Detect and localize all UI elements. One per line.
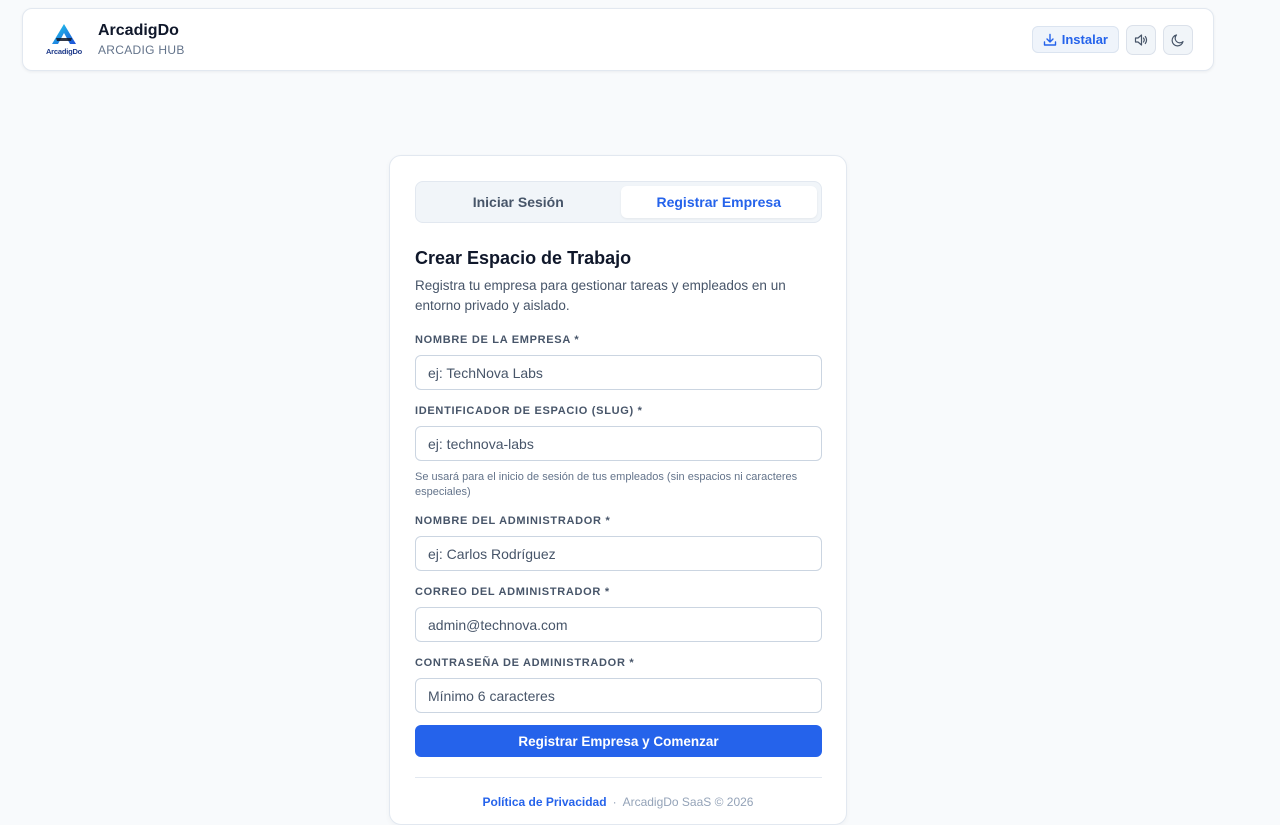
tab-login[interactable]: Iniciar Sesión bbox=[420, 186, 617, 218]
speaker-icon bbox=[1134, 33, 1148, 46]
register-company-button[interactable]: Registrar Empresa y Comenzar bbox=[415, 725, 822, 757]
arcadigdo-logo: ArcadigDo bbox=[43, 23, 85, 56]
slug-field: IDENTIFICADOR DE ESPACIO (SLUG) * Se usa… bbox=[415, 405, 822, 500]
copyright-text: ArcadigDo SaaS © 2026 bbox=[622, 795, 754, 809]
brand[interactable]: ArcadigDo ArcadigDo ARCADIG HUB bbox=[43, 22, 185, 57]
page-description: Registra tu empresa para gestionar tarea… bbox=[415, 278, 786, 313]
admin-name-label: NOMBRE DEL ADMINISTRADOR * bbox=[415, 515, 611, 527]
logo-wordmark: ArcadigDo bbox=[45, 46, 83, 56]
brand-name: ArcadigDo bbox=[98, 22, 179, 39]
company-name-field: NOMBRE DE LA EMPRESA * bbox=[415, 334, 822, 390]
company-name-label: NOMBRE DE LA EMPRESA * bbox=[415, 334, 580, 346]
admin-name-field: NOMBRE DEL ADMINISTRADOR * bbox=[415, 515, 822, 571]
admin-email-label: CORREO DEL ADMINISTRADOR * bbox=[415, 586, 610, 598]
brand-subtitle: ARCADIG HUB bbox=[98, 43, 185, 57]
moon-icon bbox=[1171, 33, 1184, 46]
footer-separator: · bbox=[612, 795, 617, 809]
auth-tabs: Iniciar Sesión Registrar Empresa bbox=[415, 181, 822, 223]
slug-input[interactable] bbox=[415, 426, 822, 461]
tab-register-company[interactable]: Registrar Empresa bbox=[620, 186, 817, 218]
sound-toggle-button[interactable] bbox=[1126, 24, 1156, 55]
company-name-input[interactable] bbox=[415, 355, 822, 390]
logo-mark-icon bbox=[52, 23, 76, 44]
privacy-policy-link[interactable]: Política de Privacidad bbox=[483, 795, 607, 809]
footer-divider bbox=[415, 777, 822, 778]
install-button[interactable]: Instalar bbox=[1031, 26, 1119, 53]
admin-password-label: CONTRASEÑA DE ADMINISTRADOR * bbox=[415, 657, 635, 669]
admin-password-input[interactable] bbox=[415, 678, 822, 713]
auth-card: Iniciar Sesión Registrar Empresa Crear E… bbox=[389, 155, 847, 825]
app-header: ArcadigDo ArcadigDo ARCADIG HUB Instalar bbox=[22, 8, 1214, 71]
slug-label: IDENTIFICADOR DE ESPACIO (SLUG) * bbox=[415, 405, 643, 417]
admin-name-input[interactable] bbox=[415, 536, 822, 571]
page-title: Crear Espacio de Trabajo bbox=[415, 248, 632, 268]
admin-password-field: CONTRASEÑA DE ADMINISTRADOR * bbox=[415, 657, 822, 713]
theme-toggle-button[interactable] bbox=[1163, 24, 1193, 55]
slug-hint: Se usará para el inicio de sesión de tus… bbox=[415, 471, 798, 498]
install-label: Instalar bbox=[1061, 32, 1108, 47]
header-actions: Instalar bbox=[1031, 24, 1193, 55]
admin-email-input[interactable] bbox=[415, 607, 822, 642]
download-icon bbox=[1043, 33, 1056, 46]
admin-email-field: CORREO DEL ADMINISTRADOR * bbox=[415, 586, 822, 642]
card-footer: Política de Privacidad · ArcadigDo SaaS © … bbox=[415, 795, 821, 809]
